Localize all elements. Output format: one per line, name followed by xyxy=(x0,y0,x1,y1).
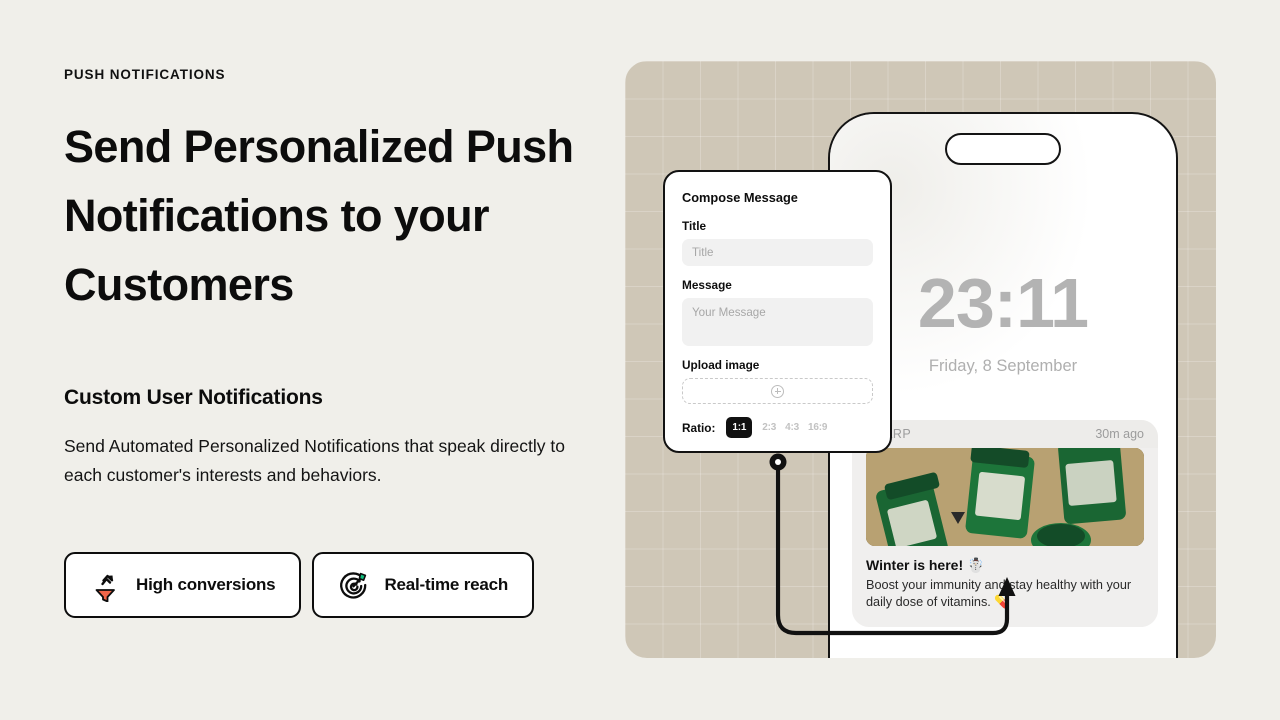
pill-high-conversions[interactable]: High conversions xyxy=(64,552,302,618)
feature-description: Send Automated Personalized Notification… xyxy=(64,436,565,485)
push-notification-card[interactable]: SHARP 30m ago xyxy=(852,420,1158,627)
message-field-label: Message xyxy=(682,278,732,292)
upload-image-label: Upload image xyxy=(682,358,760,372)
notification-message: Boost your immunity and stay healthy wit… xyxy=(866,578,1132,609)
hero-text-column: PUSH NOTIFICATIONS Send Personalized Pus… xyxy=(64,0,604,720)
dynamic-island-notch xyxy=(945,133,1061,165)
message-textarea[interactable]: Your Message xyxy=(682,298,873,346)
pill-label: High conversions xyxy=(136,575,276,594)
feature-subtitle: Custom User Notifications xyxy=(64,386,323,409)
page-title: Send Personalized Push Notifications to … xyxy=(64,121,574,310)
compose-message-card: Compose Message Title Title Message Your… xyxy=(663,170,892,453)
ratio-selector: Ratio: 1:1 2:3 4:3 16:9 xyxy=(682,417,873,438)
upload-image-dropzone[interactable] xyxy=(682,378,873,404)
ratio-option-16-9[interactable]: 16:9 xyxy=(808,422,827,433)
eyebrow-label: PUSH NOTIFICATIONS xyxy=(64,67,226,82)
notification-title: Winter is here! ☃️ xyxy=(866,557,985,573)
funnel-uptrend-icon xyxy=(88,568,122,603)
ratio-option-1-1[interactable]: 1:1 xyxy=(726,417,753,438)
ratio-option-2-3[interactable]: 2:3 xyxy=(762,422,776,433)
notification-image xyxy=(866,448,1144,546)
target-dart-icon xyxy=(336,568,370,602)
feature-pill-row: High conversions Real-time reach xyxy=(64,552,535,618)
plus-circle-icon xyxy=(771,384,784,398)
ratio-option-4-3[interactable]: 4:3 xyxy=(785,422,799,433)
compose-card-title: Compose Message xyxy=(682,190,798,205)
pill-real-time-reach[interactable]: Real-time reach xyxy=(312,552,535,618)
notification-body: Winter is here! ☃️ Boost your immunity a… xyxy=(852,546,1158,627)
notification-header: SHARP 30m ago xyxy=(852,420,1158,448)
title-field-label: Title xyxy=(682,219,707,233)
ratio-label: Ratio: xyxy=(682,420,716,435)
title-input[interactable]: Title xyxy=(682,239,873,266)
pill-label: Real-time reach xyxy=(384,575,509,594)
notification-timestamp: 30m ago xyxy=(1095,427,1144,441)
